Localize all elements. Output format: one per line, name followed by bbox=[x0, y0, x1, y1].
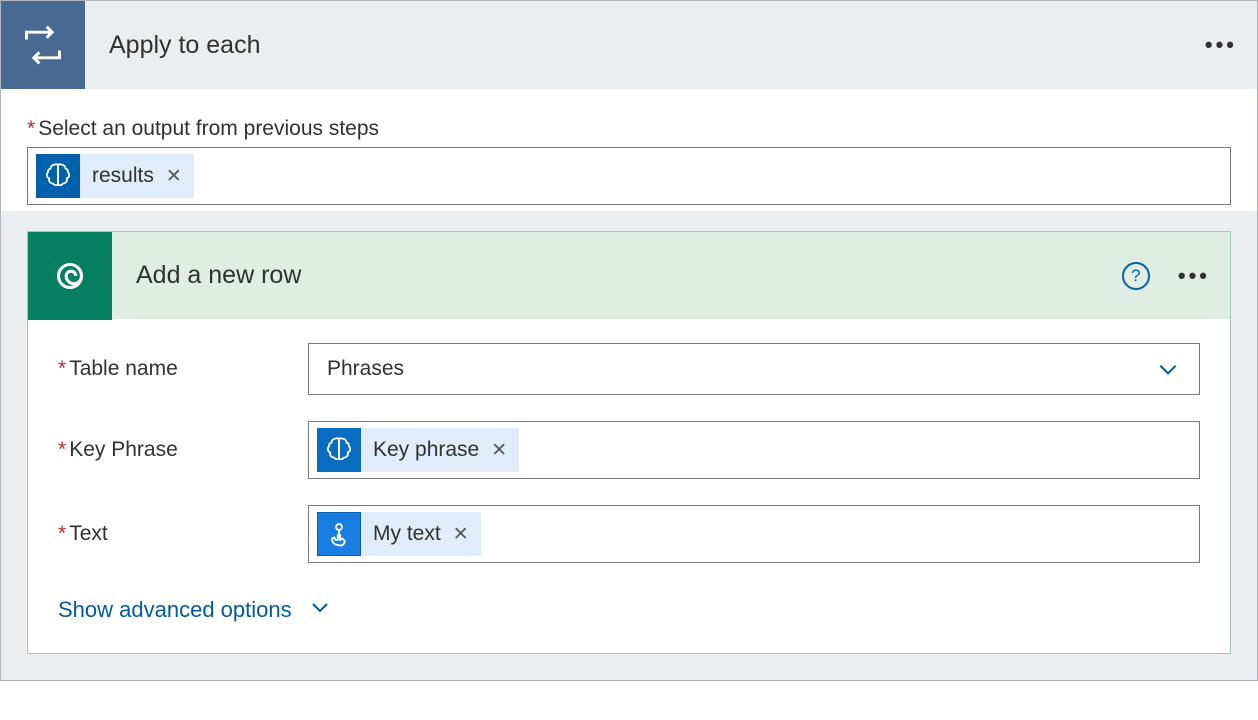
token-key-phrase-label: Key phrase bbox=[361, 438, 489, 462]
add-row-title: Add a new row bbox=[136, 261, 301, 290]
dataverse-icon bbox=[28, 232, 112, 320]
label-text: *Text bbox=[58, 522, 308, 546]
label-key-phrase: *Key Phrase bbox=[58, 438, 308, 462]
apply-to-each-card: Apply to each ••• *Select an output from… bbox=[0, 0, 1258, 681]
apply-to-each-header: Apply to each ••• bbox=[1, 1, 1257, 89]
token-key-phrase[interactable]: Key phrase ✕ bbox=[317, 428, 519, 472]
help-icon[interactable]: ? bbox=[1122, 262, 1150, 290]
table-name-select[interactable]: Phrases bbox=[308, 343, 1200, 395]
add-row-card: Add a new row ? ••• *Table name Phrases bbox=[27, 231, 1231, 654]
token-my-text-label: My text bbox=[361, 522, 451, 546]
token-results-label: results bbox=[80, 164, 164, 188]
label-table-name: *Table name bbox=[58, 357, 308, 381]
token-my-text[interactable]: My text ✕ bbox=[317, 512, 481, 556]
brain-icon bbox=[317, 428, 361, 472]
chevron-down-icon bbox=[308, 595, 332, 625]
chevron-down-icon bbox=[1155, 356, 1181, 382]
select-output-label: *Select an output from previous steps bbox=[27, 117, 1231, 141]
touch-icon bbox=[317, 512, 361, 556]
add-row-menu-button[interactable]: ••• bbox=[1178, 263, 1210, 289]
add-row-header: Add a new row ? ••• bbox=[28, 231, 1230, 319]
apply-to-each-menu-button[interactable]: ••• bbox=[1205, 32, 1237, 58]
token-my-text-remove[interactable]: ✕ bbox=[451, 523, 481, 546]
brain-icon bbox=[36, 154, 80, 198]
token-results[interactable]: results ✕ bbox=[36, 154, 194, 198]
text-input[interactable]: My text ✕ bbox=[308, 505, 1200, 563]
apply-to-each-title: Apply to each bbox=[109, 31, 261, 60]
key-phrase-input[interactable]: Key phrase ✕ bbox=[308, 421, 1200, 479]
required-star: * bbox=[58, 522, 66, 546]
row-text: *Text bbox=[58, 505, 1200, 563]
loop-icon bbox=[1, 1, 85, 89]
row-table-name: *Table name Phrases bbox=[58, 343, 1200, 395]
show-advanced-options-link[interactable]: Show advanced options bbox=[58, 595, 332, 625]
required-star: * bbox=[58, 438, 66, 462]
select-output-input[interactable]: results ✕ bbox=[27, 147, 1231, 205]
add-row-body: *Table name Phrases *Key Phrase bbox=[28, 319, 1230, 563]
table-name-value: Phrases bbox=[327, 357, 404, 381]
apply-to-each-body: *Select an output from previous steps re… bbox=[1, 89, 1257, 211]
row-key-phrase: *Key Phrase bbox=[58, 421, 1200, 479]
required-star: * bbox=[58, 357, 66, 381]
token-key-phrase-remove[interactable]: ✕ bbox=[489, 439, 519, 462]
required-star: * bbox=[27, 117, 35, 140]
token-results-remove[interactable]: ✕ bbox=[164, 165, 194, 188]
